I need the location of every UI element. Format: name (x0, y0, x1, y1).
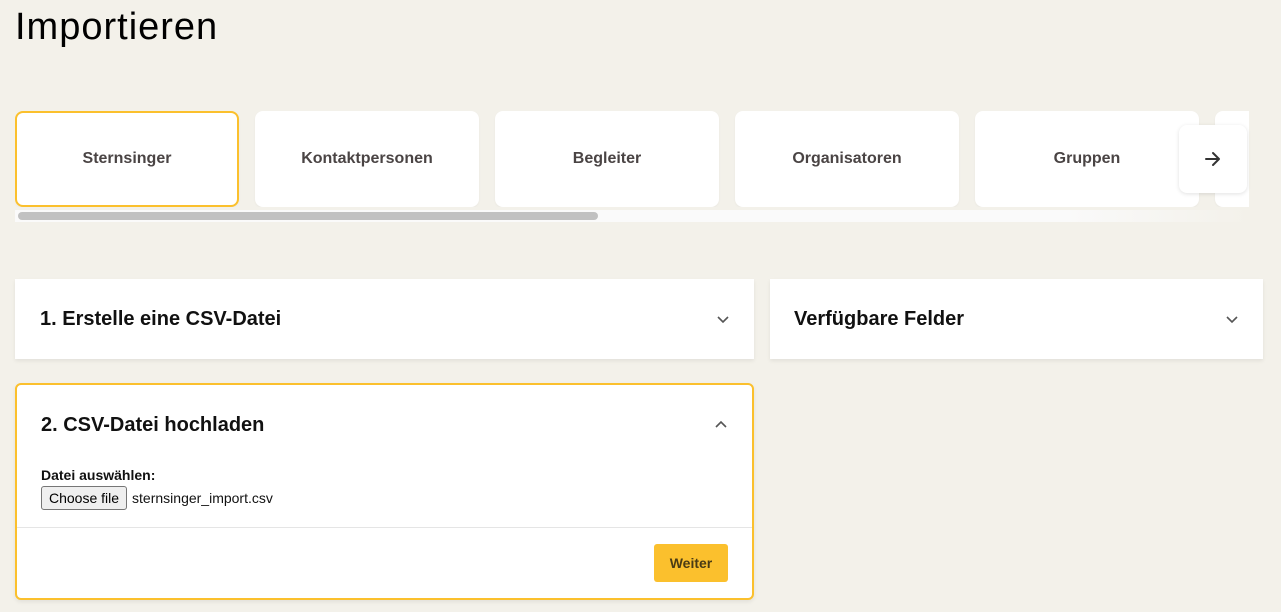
page-title: Importieren (15, 6, 219, 48)
chevron-down-icon (1221, 308, 1243, 330)
tab-label: Kontaktpersonen (301, 150, 433, 167)
tabs-scrollbar[interactable] (15, 210, 1249, 222)
tab-sternsinger[interactable]: Sternsinger (15, 111, 239, 207)
panel-title: 2. CSV-Datei hochladen (41, 413, 265, 436)
import-type-tabs: Sternsinger Kontaktpersonen Begleiter Or… (15, 111, 1249, 207)
panel-title: 1. Erstelle eine CSV-Datei (40, 307, 282, 330)
tab-kontaktpersonen[interactable]: Kontaktpersonen (255, 111, 479, 207)
divider (17, 527, 752, 528)
file-select-label: Datei auswählen: (41, 467, 156, 483)
tabs-scroll-right-button[interactable] (1179, 125, 1247, 193)
upload-csv-panel: 2. CSV-Datei hochladen Datei auswählen: … (15, 383, 754, 600)
tab-begleiter[interactable]: Begleiter (495, 111, 719, 207)
create-csv-panel: 1. Erstelle eine CSV-Datei (15, 279, 754, 359)
create-csv-panel-header[interactable]: 1. Erstelle eine CSV-Datei (15, 279, 754, 359)
choose-file-button[interactable]: Choose file (41, 486, 128, 510)
chevron-up-icon (710, 414, 732, 436)
upload-body: Datei auswählen: Choose file sternsinger… (17, 467, 752, 510)
tabs-scrollbar-thumb[interactable] (18, 212, 598, 220)
selected-file-name: sternsinger_import.csv (132, 490, 273, 506)
available-fields-panel-header[interactable]: Verfügbare Felder (770, 279, 1263, 359)
next-button[interactable]: Weiter (654, 544, 728, 582)
upload-csv-panel-header[interactable]: 2. CSV-Datei hochladen (17, 385, 752, 465)
tab-label: Sternsinger (82, 150, 172, 167)
file-input: Choose file sternsinger_import.csv (41, 486, 728, 510)
tabs-row: Sternsinger Kontaktpersonen Begleiter Or… (15, 111, 1249, 207)
tab-label: Begleiter (572, 150, 642, 167)
tab-label: Organisatoren (792, 150, 902, 167)
available-fields-panel: Verfügbare Felder (770, 279, 1263, 359)
arrow-right-icon (1205, 152, 1220, 166)
tab-gruppen[interactable]: Gruppen (975, 111, 1199, 207)
chevron-down-icon (712, 308, 734, 330)
tab-organisatoren[interactable]: Organisatoren (735, 111, 959, 207)
panel-title: Verfügbare Felder (794, 307, 965, 330)
tab-label: Gruppen (1053, 150, 1121, 167)
